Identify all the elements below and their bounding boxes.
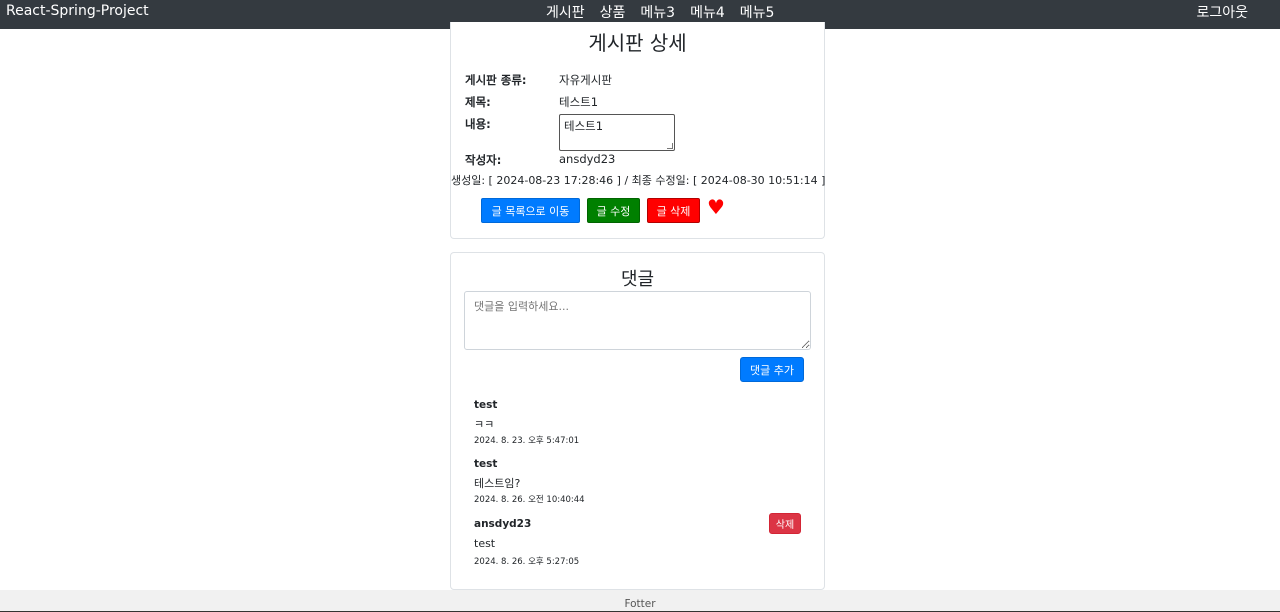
logout-link[interactable]: 로그아웃: [1196, 2, 1248, 22]
nav-item-menu5[interactable]: 메뉴5: [740, 2, 775, 22]
nav-item-products[interactable]: 상품: [600, 2, 626, 22]
delete-post-button[interactable]: 글 삭제: [647, 198, 700, 223]
content-text: 테스트1: [564, 119, 604, 133]
nav-menu: 게시판 상품 메뉴3 메뉴4 메뉴5: [546, 2, 774, 22]
delete-comment-button[interactable]: 삭제: [769, 513, 801, 534]
page-title: 게시판 상세: [588, 31, 687, 55]
comment-author: ansdyd23: [474, 518, 532, 530]
comment-date: 2024. 8. 26. 오후 5:27:05: [474, 557, 580, 567]
board-detail-card: 게시판 상세 게시판 종류: 자유게시판 제목: 테스트1 내용: 테스트1 작…: [450, 22, 825, 239]
content-label: 내용:: [465, 117, 491, 131]
go-to-list-button[interactable]: 글 목록으로 이동: [481, 198, 580, 223]
subject-label: 제목:: [465, 95, 491, 109]
footer: Fotter: [0, 590, 1280, 612]
subject-value: 테스트1: [559, 95, 599, 109]
nav-item-menu3[interactable]: 메뉴3: [640, 2, 675, 22]
comments-title: 댓글: [620, 269, 655, 290]
comment-text: test: [474, 537, 496, 550]
comment-text: 테스트임?: [474, 477, 521, 490]
nav-item-board[interactable]: 게시판: [546, 2, 585, 22]
board-type-value: 자유게시판: [559, 73, 612, 87]
comment-input[interactable]: [464, 291, 811, 350]
author-label: 작성자:: [465, 153, 502, 167]
comment-author: test: [474, 458, 498, 470]
resize-grip-icon[interactable]: [667, 143, 673, 149]
brand-link[interactable]: React-Spring-Project: [6, 3, 149, 19]
comment-text: ㅋㅋ: [474, 418, 495, 431]
comment-date: 2024. 8. 23. 오후 5:47:01: [474, 436, 580, 446]
post-dates: 생성일: [ 2024-08-23 17:28:46 ] / 최종 수정일: […: [451, 174, 826, 187]
author-value: ansdyd23: [559, 152, 616, 166]
edit-post-button[interactable]: 글 수정: [587, 198, 640, 223]
comment-author: test: [474, 399, 498, 411]
comments-card: 댓글 댓글 추가 test ㅋㅋ 2024. 8. 23. 오후 5:47:01…: [450, 252, 825, 590]
add-comment-button[interactable]: 댓글 추가: [740, 357, 804, 382]
comment-date: 2024. 8. 26. 오전 10:40:44: [474, 495, 585, 505]
board-type-label: 게시판 종류:: [465, 73, 527, 87]
heart-icon[interactable]: ♥: [707, 197, 725, 217]
content-textarea[interactable]: 테스트1: [559, 114, 675, 151]
nav-item-menu4[interactable]: 메뉴4: [690, 2, 725, 22]
